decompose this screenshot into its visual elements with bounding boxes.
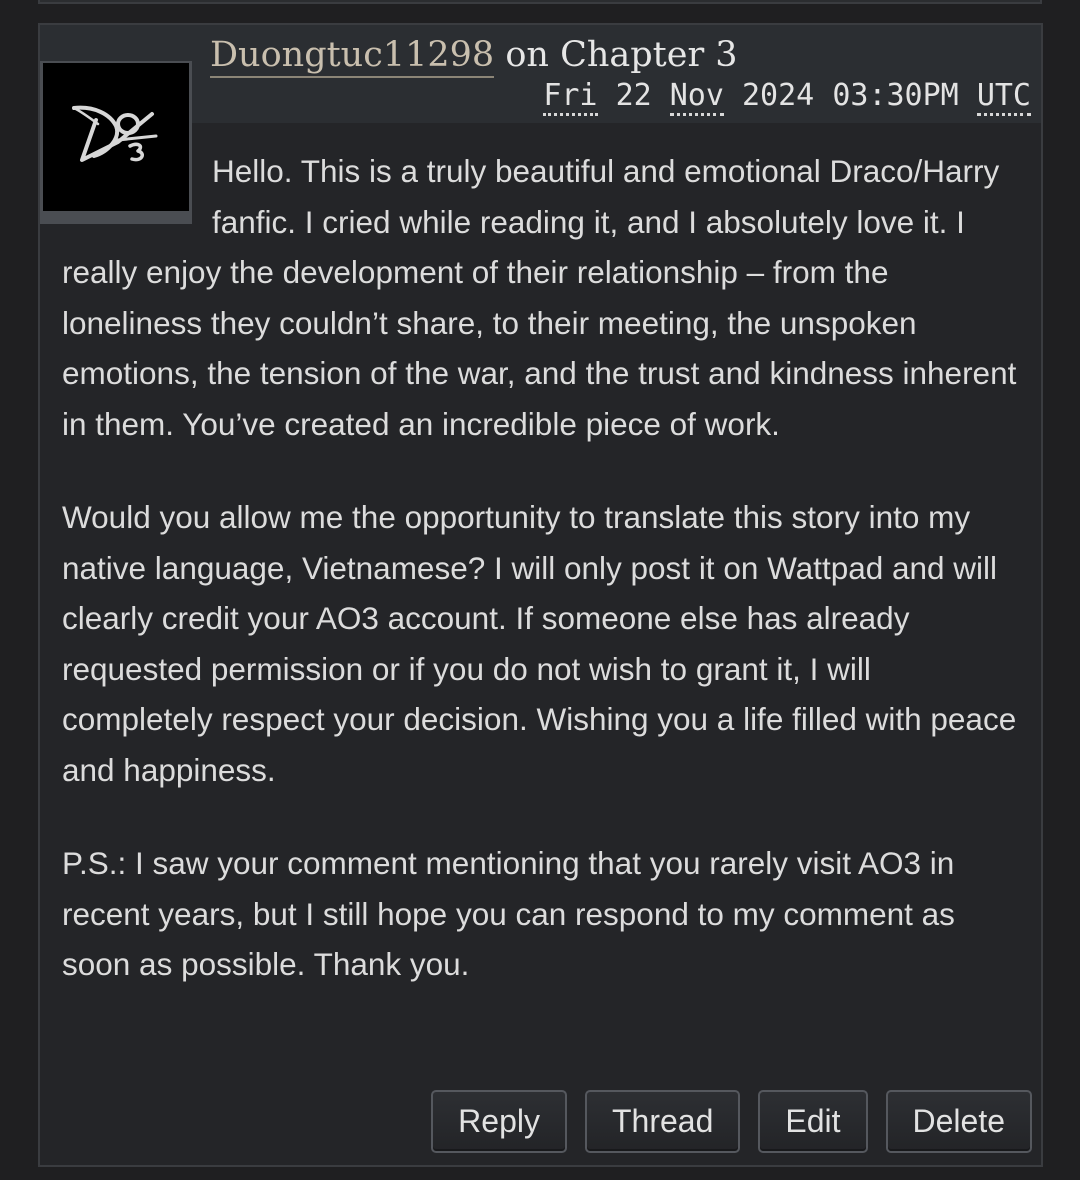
reply-button[interactable]: Reply	[431, 1090, 567, 1153]
comment-card: Duongtuc11298 on Chapter 3 Fri 22 Nov 20…	[38, 23, 1043, 1167]
edit-button[interactable]: Edit	[758, 1090, 868, 1153]
delete-button[interactable]: Delete	[885, 1090, 1032, 1153]
date-timezone: UTC	[976, 78, 1031, 116]
date-year: 2024	[742, 78, 815, 113]
previous-comment-edge	[38, 0, 1042, 4]
comment-paragraph: Would you allow me the opportunity to tr…	[62, 499, 1017, 788]
date-month: Nov	[669, 78, 724, 116]
avatar-spacer	[62, 146, 212, 242]
date-time: 03:30PM	[832, 78, 959, 113]
author-link[interactable]: Duongtuc11298	[210, 35, 495, 78]
comment-paragraph: P.S.: I saw your comment mentioning that…	[62, 845, 955, 982]
on-text: on	[505, 35, 549, 75]
thread-button[interactable]: Thread	[584, 1090, 741, 1153]
comment-body: Hello. This is a truly beautiful and emo…	[62, 146, 1022, 1033]
chapter-link[interactable]: Chapter 3	[560, 35, 738, 75]
date-weekday: Fri	[543, 78, 598, 116]
date-day: 22	[615, 78, 652, 113]
comment-datetime: Fri 22 Nov 2024 03:30PM UTC	[543, 77, 1031, 116]
comment-heading: Duongtuc11298 on Chapter 3	[210, 33, 738, 78]
comment-actions: Reply Thread Edit Delete	[431, 1090, 1032, 1153]
